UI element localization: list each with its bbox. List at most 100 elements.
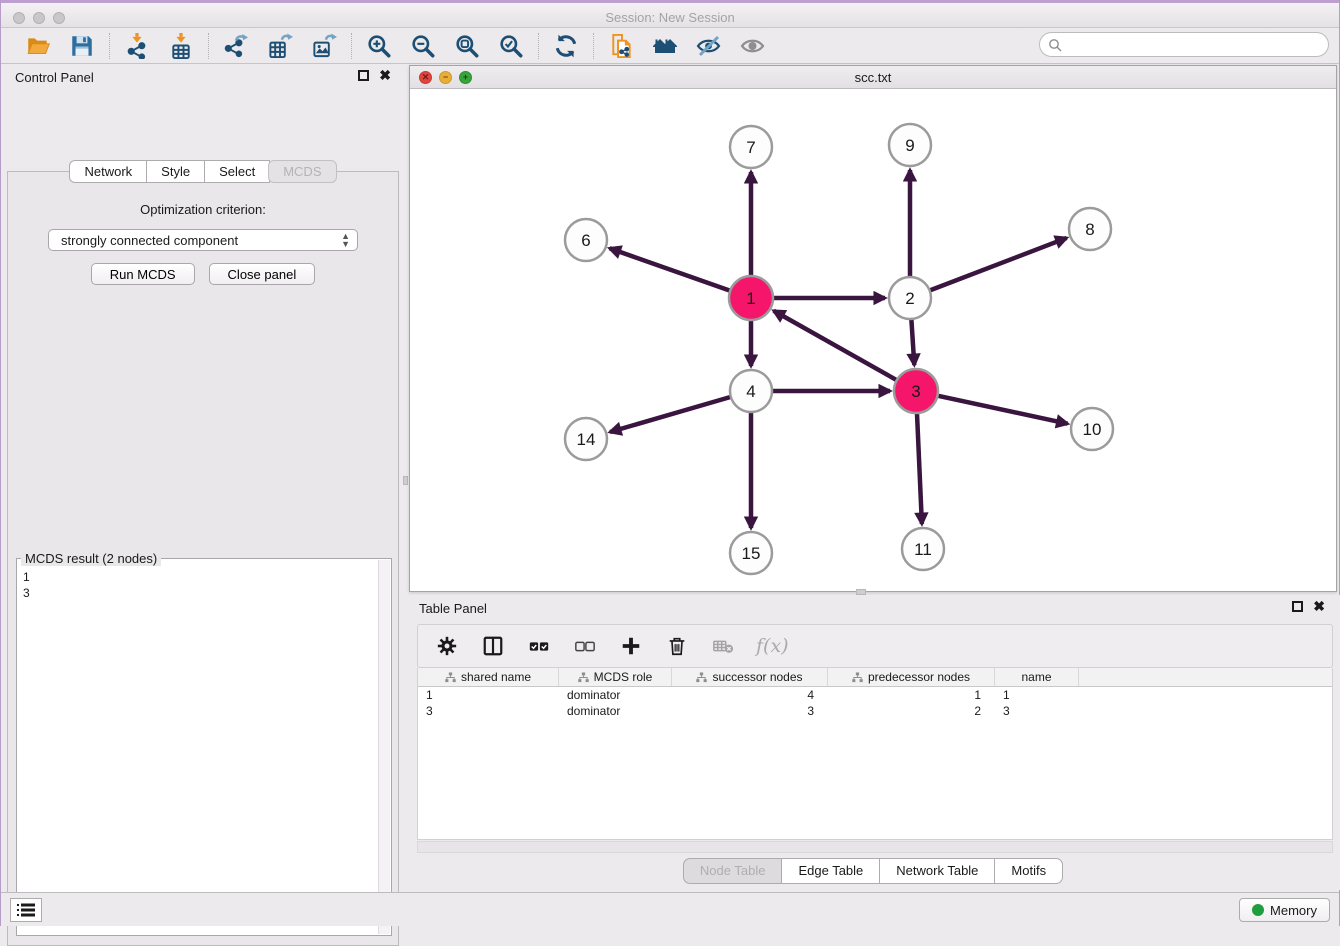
clone-network-button[interactable] xyxy=(607,32,635,60)
show-details-button[interactable] xyxy=(739,32,767,60)
zoom-selected-icon xyxy=(498,33,524,59)
network-window-title: scc.txt xyxy=(410,70,1336,85)
tab-motifs[interactable]: Motifs xyxy=(994,858,1063,884)
export-network-icon xyxy=(223,33,249,59)
open-session-button[interactable] xyxy=(24,32,52,60)
table-cell[interactable]: 4 xyxy=(672,687,828,703)
tab-node-table[interactable]: Node Table xyxy=(683,858,782,884)
table-cell[interactable]: dominator xyxy=(559,687,672,703)
columns-icon xyxy=(482,635,504,657)
function-builder-button[interactable]: f(x) xyxy=(756,633,789,659)
network-window-titlebar[interactable]: ✕ − + scc.txt xyxy=(410,66,1336,89)
float-panel-icon[interactable] xyxy=(358,70,369,81)
mcds-result-box: MCDS result (2 nodes) 13 xyxy=(16,558,392,936)
import-table-icon xyxy=(168,33,194,59)
export-network-button[interactable] xyxy=(222,32,250,60)
table-cell[interactable]: 3 xyxy=(672,703,828,719)
delete-table-button[interactable] xyxy=(710,633,736,659)
search-field[interactable] xyxy=(1039,32,1329,57)
edge-4-14[interactable] xyxy=(610,397,731,432)
export-table-button[interactable] xyxy=(266,32,294,60)
close-table-panel-icon[interactable]: ✖ xyxy=(1313,601,1325,612)
table-panel-strip xyxy=(417,841,1333,853)
column-header-name[interactable]: name xyxy=(995,668,1079,686)
edge-1-6[interactable] xyxy=(610,248,731,290)
show-columns-button[interactable] xyxy=(480,633,506,659)
table-cell[interactable]: dominator xyxy=(559,703,672,719)
tab-network[interactable]: Network xyxy=(69,160,146,183)
optimization-label: Optimization criterion: xyxy=(8,202,398,217)
search-input[interactable] xyxy=(1062,38,1328,52)
close-panel-button[interactable]: Close panel xyxy=(209,263,316,285)
function-builder-label: f(x) xyxy=(756,635,789,657)
mcds-result-list: 13 xyxy=(23,569,377,933)
node-label-14: 14 xyxy=(577,430,596,449)
table-tabs: Node TableEdge TableNetwork TableMotifs xyxy=(405,858,1340,884)
export-image-button[interactable] xyxy=(310,32,338,60)
homes-button[interactable] xyxy=(651,32,679,60)
unselect-all-columns-button[interactable] xyxy=(572,633,598,659)
column-label: successor nodes xyxy=(712,670,802,684)
close-panel-icon[interactable]: ✖ xyxy=(379,70,391,81)
window-title: Session: New Session xyxy=(1,10,1339,25)
task-history-button[interactable] xyxy=(10,898,42,922)
checked-boxes-icon xyxy=(528,635,550,657)
table-cell[interactable]: 2 xyxy=(828,703,995,719)
tree-icon xyxy=(578,672,589,683)
zoom-selected-button[interactable] xyxy=(497,32,525,60)
apply-layout-button[interactable] xyxy=(552,32,580,60)
run-mcds-button[interactable]: Run MCDS xyxy=(91,263,195,285)
dropdown-stepper-icon: ▲▼ xyxy=(341,232,350,248)
tree-icon xyxy=(696,672,707,683)
delete-column-button[interactable] xyxy=(664,633,690,659)
memory-status-icon xyxy=(1252,904,1264,916)
zoom-out-button[interactable] xyxy=(409,32,437,60)
zoom-fit-button[interactable] xyxy=(453,32,481,60)
edge-2-3[interactable] xyxy=(911,319,914,365)
optimization-dropdown[interactable]: strongly connected component ▲▼ xyxy=(48,229,358,251)
save-session-button[interactable] xyxy=(68,32,96,60)
hide-details-button[interactable] xyxy=(695,32,723,60)
column-header-MCDS-role[interactable]: MCDS role xyxy=(559,668,672,686)
node-label-11: 11 xyxy=(914,540,932,559)
column-header-successor-nodes[interactable]: successor nodes xyxy=(672,668,828,686)
import-network-icon xyxy=(124,33,150,59)
tab-select[interactable]: Select xyxy=(204,160,270,183)
mcds-result-item[interactable]: 3 xyxy=(23,585,377,601)
table-cell[interactable]: 1 xyxy=(828,687,995,703)
table-cell[interactable]: 3 xyxy=(995,703,1079,719)
result-scrollbar[interactable] xyxy=(378,560,390,934)
tab-style[interactable]: Style xyxy=(146,160,204,183)
tab-network-table[interactable]: Network Table xyxy=(879,858,994,884)
export-image-icon xyxy=(311,33,337,59)
table-cell[interactable]: 1 xyxy=(418,687,559,703)
zoom-out-icon xyxy=(410,33,436,59)
zoom-in-button[interactable] xyxy=(365,32,393,60)
network-canvas[interactable]: 1234678910111415 xyxy=(410,89,1336,591)
edge-3-11[interactable] xyxy=(917,413,922,524)
column-header-shared-name[interactable]: shared name xyxy=(418,668,559,686)
import-table-button[interactable] xyxy=(167,32,195,60)
create-column-button[interactable] xyxy=(618,633,644,659)
table-cell[interactable]: 1 xyxy=(995,687,1079,703)
memory-button[interactable]: Memory xyxy=(1239,898,1330,922)
apply-layout-icon xyxy=(553,33,579,59)
mcds-result-item[interactable]: 1 xyxy=(23,569,377,585)
edge-2-8[interactable] xyxy=(930,238,1067,291)
float-table-panel-icon[interactable] xyxy=(1292,601,1303,612)
table-row[interactable]: 3dominator323 xyxy=(418,703,1332,719)
import-network-button[interactable] xyxy=(123,32,151,60)
tab-mcds[interactable]: MCDS xyxy=(268,160,336,183)
tab-edge-table[interactable]: Edge Table xyxy=(781,858,879,884)
table-panel-title: Table Panel xyxy=(419,601,487,616)
table-row[interactable]: 1dominator411 xyxy=(418,687,1332,703)
select-all-columns-button[interactable] xyxy=(526,633,552,659)
edge-3-10[interactable] xyxy=(938,396,1068,424)
edge-3-1[interactable] xyxy=(774,311,897,380)
node-label-3: 3 xyxy=(911,382,920,401)
column-header-predecessor-nodes[interactable]: predecessor nodes xyxy=(828,668,995,686)
table-cell[interactable]: 3 xyxy=(418,703,559,719)
vertical-splitter[interactable] xyxy=(403,64,408,592)
list-icon xyxy=(17,903,35,917)
table-settings-button[interactable] xyxy=(434,633,460,659)
